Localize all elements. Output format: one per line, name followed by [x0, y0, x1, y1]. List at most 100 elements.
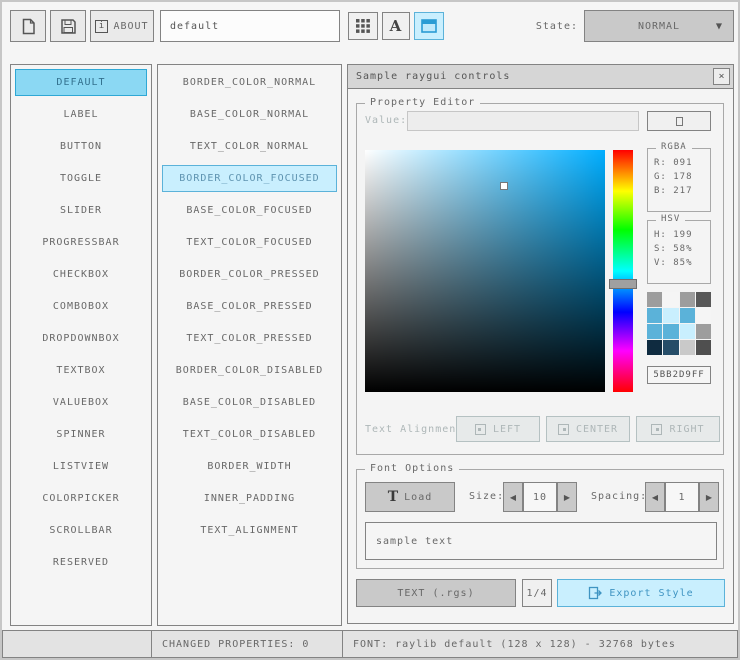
size-decrement-button[interactable]: ◀: [503, 482, 523, 512]
size-value-box[interactable]: 10: [523, 482, 557, 512]
chevron-down-icon: ▼: [715, 21, 723, 31]
window-titlebar[interactable]: Sample raygui controls ×: [348, 65, 733, 89]
palette-swatch[interactable]: [695, 292, 711, 307]
palette-swatch[interactable]: [679, 292, 695, 307]
sample-text-box[interactable]: sample text: [365, 522, 717, 560]
palette-swatch[interactable]: [679, 308, 695, 323]
list-item-colorpicker[interactable]: COLORPICKER: [15, 485, 147, 512]
list-item-spinner[interactable]: SPINNER: [15, 421, 147, 448]
property-editor-group: Property Editor Value: RGBA R: 091 G: 17…: [356, 97, 724, 455]
new-style-button[interactable]: [10, 10, 46, 42]
list-item-toggle[interactable]: TOGGLE: [15, 165, 147, 192]
align-left-button[interactable]: LEFT: [456, 416, 540, 442]
font-icon: A: [389, 17, 403, 35]
list-item-textbox[interactable]: TEXTBOX: [15, 357, 147, 384]
style-name-input[interactable]: [160, 10, 340, 42]
hsv-h-value: H: 199: [654, 230, 693, 240]
list-item-border_color_pressed[interactable]: BORDER_COLOR_PRESSED: [162, 261, 337, 288]
statusbar-cell-empty: [2, 630, 152, 658]
list-item-border_width[interactable]: BORDER_WIDTH: [162, 453, 337, 480]
palette-swatch[interactable]: [647, 308, 663, 323]
palette-swatch[interactable]: [679, 324, 695, 339]
font-atlas-button[interactable]: A: [382, 12, 410, 40]
list-item-slider[interactable]: SLIDER: [15, 197, 147, 224]
list-item-text_color_focused[interactable]: TEXT_COLOR_FOCUSED: [162, 229, 337, 256]
list-item-border_color_normal[interactable]: BORDER_COLOR_NORMAL: [162, 69, 337, 96]
hsv-group: HSV H: 199 S: 58% V: 85%: [647, 214, 711, 284]
list-item-reserved[interactable]: RESERVED: [15, 549, 147, 576]
palette-swatch[interactable]: [695, 308, 711, 323]
export-page-button[interactable]: 1/4: [522, 579, 552, 607]
list-item-combobox[interactable]: COMBOBOX: [15, 293, 147, 320]
hex-color-value[interactable]: 5BB2D9FF: [647, 366, 711, 384]
style-editor-icon: [421, 19, 437, 33]
spacing-value-box[interactable]: 1: [665, 482, 699, 512]
list-item-text_alignment[interactable]: TEXT_ALIGNMENT: [162, 517, 337, 544]
load-font-button[interactable]: T Load: [365, 482, 455, 512]
palette-swatch[interactable]: [695, 340, 711, 355]
list-item-text_color_disabled[interactable]: TEXT_COLOR_DISABLED: [162, 421, 337, 448]
chevron-left-icon: ◀: [651, 492, 659, 502]
list-item-progressbar[interactable]: PROGRESSBAR: [15, 229, 147, 256]
list-item-dropdownbox[interactable]: DROPDOWNBOX: [15, 325, 147, 352]
palette-swatch[interactable]: [663, 340, 679, 355]
align-left-label: LEFT: [492, 423, 522, 435]
align-center-label: CENTER: [575, 423, 619, 435]
close-icon[interactable]: ×: [713, 68, 730, 85]
list-item-base_color_normal[interactable]: BASE_COLOR_NORMAL: [162, 101, 337, 128]
sv-cursor[interactable]: [500, 182, 509, 191]
grid-view-button[interactable]: [348, 12, 378, 40]
state-dropdown[interactable]: NORMAL ▼: [584, 10, 734, 42]
list-item-base_color_pressed[interactable]: BASE_COLOR_PRESSED: [162, 293, 337, 320]
align-right-button[interactable]: RIGHT: [636, 416, 720, 442]
save-style-button[interactable]: [50, 10, 86, 42]
align-right-label: RIGHT: [669, 423, 705, 435]
palette-swatch[interactable]: [663, 292, 679, 307]
chevron-left-icon: ◀: [509, 492, 517, 502]
value-edit-button[interactable]: [647, 111, 711, 131]
align-center-icon: [557, 423, 569, 435]
list-item-inner_padding[interactable]: INNER_PADDING: [162, 485, 337, 512]
sv-square[interactable]: [365, 150, 605, 392]
palette-swatch[interactable]: [647, 340, 663, 355]
info-icon: i: [95, 19, 109, 33]
list-item-text_color_normal[interactable]: TEXT_COLOR_NORMAL: [162, 133, 337, 160]
list-item-listview[interactable]: LISTVIEW: [15, 453, 147, 480]
palette-swatch[interactable]: [663, 324, 679, 339]
rgba-group-label: RGBA: [656, 142, 692, 152]
font-options-group-label: Font Options: [365, 463, 460, 474]
list-item-default[interactable]: DEFAULT: [15, 69, 147, 96]
palette-swatch[interactable]: [679, 340, 695, 355]
list-item-border_color_focused[interactable]: BORDER_COLOR_FOCUSED: [162, 165, 337, 192]
export-style-button[interactable]: Export Style: [557, 579, 725, 607]
rguistyler-window: i ABOUT A State: NORMAL ▼ DEFAULT LABEL BU…: [0, 0, 740, 660]
list-item-valuebox[interactable]: VALUEBOX: [15, 389, 147, 416]
palette-swatch[interactable]: [695, 324, 711, 339]
list-item-text_color_pressed[interactable]: TEXT_COLOR_PRESSED: [162, 325, 337, 352]
hsv-group-label: HSV: [656, 214, 686, 224]
style-editor-button[interactable]: [414, 12, 444, 40]
align-center-button[interactable]: CENTER: [546, 416, 630, 442]
export-format-button[interactable]: TEXT (.rgs): [356, 579, 516, 607]
size-increment-button[interactable]: ▶: [557, 482, 577, 512]
hue-bar[interactable]: [609, 150, 637, 392]
value-input[interactable]: [407, 111, 639, 131]
list-item-base_color_focused[interactable]: BASE_COLOR_FOCUSED: [162, 197, 337, 224]
palette-swatch[interactable]: [663, 308, 679, 323]
list-item-label[interactable]: LABEL: [15, 101, 147, 128]
spacing-increment-button[interactable]: ▶: [699, 482, 719, 512]
align-left-icon: [474, 423, 486, 435]
hue-slider-handle[interactable]: [609, 278, 637, 289]
list-item-checkbox[interactable]: CHECKBOX: [15, 261, 147, 288]
palette-swatch[interactable]: [647, 292, 663, 307]
list-item-border_color_disabled[interactable]: BORDER_COLOR_DISABLED: [162, 357, 337, 384]
palette-swatch[interactable]: [647, 324, 663, 339]
spacing-decrement-button[interactable]: ◀: [645, 482, 665, 512]
load-font-label: Load: [404, 491, 433, 503]
list-item-scrollbar[interactable]: SCROLLBAR: [15, 517, 147, 544]
chevron-right-icon: ▶: [705, 492, 713, 502]
statusbar-font-info: FONT: raylib default (128 x 128) - 32768…: [342, 630, 738, 658]
list-item-base_color_disabled[interactable]: BASE_COLOR_DISABLED: [162, 389, 337, 416]
list-item-button[interactable]: BUTTON: [15, 133, 147, 160]
about-button[interactable]: i ABOUT: [90, 10, 154, 42]
